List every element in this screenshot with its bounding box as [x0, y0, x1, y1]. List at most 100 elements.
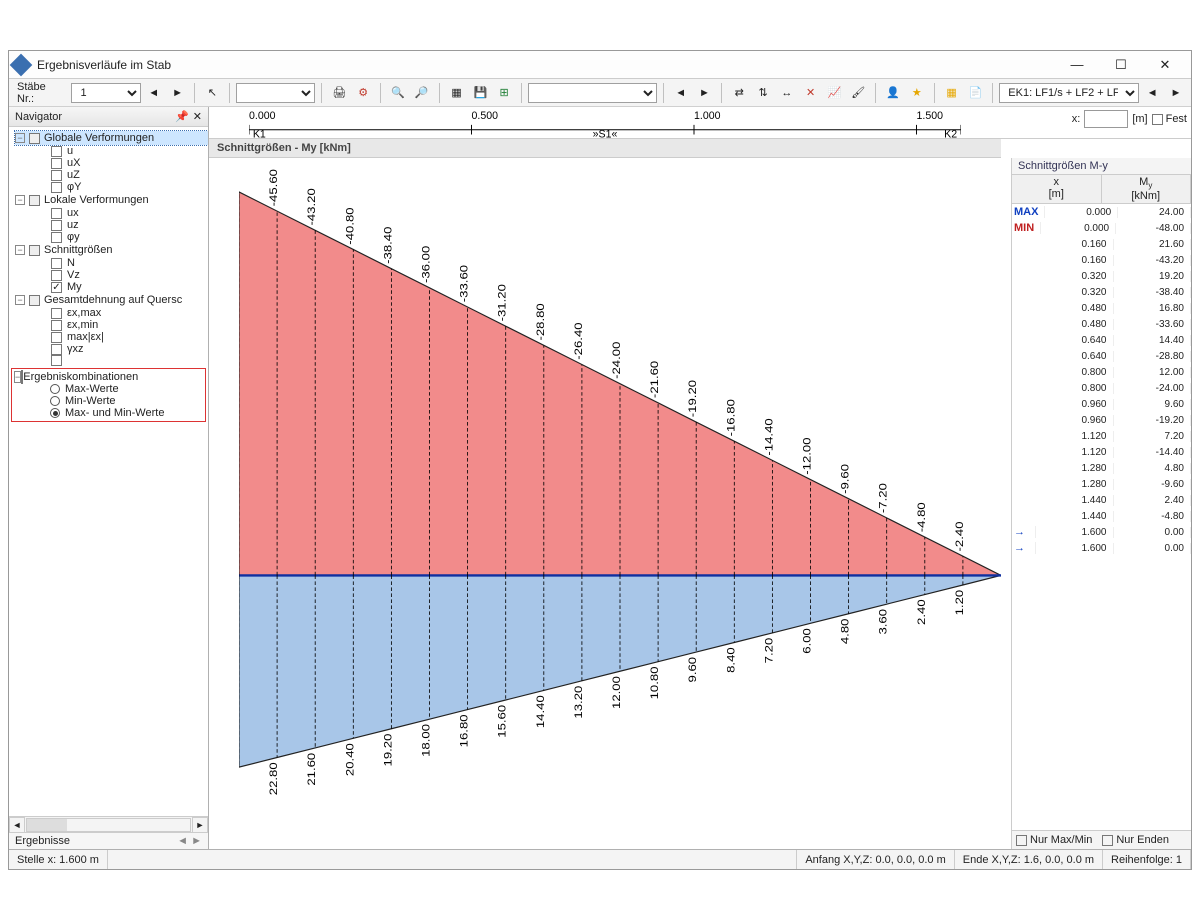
table-row[interactable]: 1.1207.20: [1012, 428, 1191, 444]
ek-option[interactable]: Max- und Min-Werte: [14, 407, 203, 419]
navigator-tree[interactable]: −Globale VerformungenuuXuZφY−Lokale Verf…: [9, 127, 208, 816]
tree-item[interactable]: [15, 355, 208, 366]
tree-item[interactable]: uz: [15, 219, 208, 231]
pin-icon[interactable]: 📌: [175, 110, 189, 123]
graph-icon[interactable]: 📈: [824, 82, 846, 104]
svg-text:13.20: 13.20: [572, 685, 585, 718]
person-icon[interactable]: 👤: [882, 82, 904, 104]
pick-icon[interactable]: ↖: [201, 82, 223, 104]
table-row[interactable]: 0.480-33.60: [1012, 316, 1191, 332]
x-input[interactable]: [1084, 110, 1128, 128]
tree-item[interactable]: ux: [15, 207, 208, 219]
zoom-in-icon[interactable]: 🔍: [387, 82, 409, 104]
tree-item[interactable]: φy: [15, 231, 208, 243]
svg-text:1.500: 1.500: [917, 110, 944, 122]
table-row[interactable]: 0.32019.20: [1012, 268, 1191, 284]
table-row[interactable]: 0.16021.60: [1012, 236, 1191, 252]
print-icon[interactable]: 🖨: [328, 82, 350, 104]
table-row[interactable]: MIN0.000-48.00: [1012, 220, 1191, 236]
only-maxmin-checkbox[interactable]: Nur Max/Min: [1016, 834, 1092, 846]
table-row[interactable]: 1.2804.80: [1012, 460, 1191, 476]
svg-text:0.000: 0.000: [249, 110, 276, 122]
nav-last-icon[interactable]: ►: [694, 82, 716, 104]
zoom-out-icon[interactable]: 🔎: [411, 82, 433, 104]
ek-option[interactable]: Min-Werte: [14, 395, 203, 407]
calc-icon[interactable]: ▦: [941, 82, 963, 104]
excel-icon[interactable]: ⊞: [493, 82, 515, 104]
maximize-button[interactable]: ☐: [1099, 53, 1143, 77]
navigator-title-bar: Navigator 📌✕: [9, 107, 208, 127]
svg-text:3.60: 3.60: [877, 609, 890, 635]
table-row[interactable]: 1.280-9.60: [1012, 476, 1191, 492]
close-button[interactable]: ✕: [1143, 53, 1187, 77]
x-ruler: 0.0000.5001.0001.5001.600 mK1»S1«K2 x: […: [209, 107, 1191, 139]
svg-text:K1: K1: [253, 128, 266, 139]
tree-group[interactable]: −Lokale Verformungen: [15, 193, 208, 207]
table-row[interactable]: →1.6000.00: [1012, 524, 1191, 540]
tree-item[interactable]: Vz: [15, 269, 208, 281]
table-row[interactable]: 0.640-28.80: [1012, 348, 1191, 364]
tree-item[interactable]: My: [15, 281, 208, 293]
tree-group[interactable]: −Schnittgrößen: [15, 243, 208, 257]
svg-text:21.60: 21.60: [305, 753, 318, 786]
ek-option[interactable]: Max-Werte: [14, 383, 203, 395]
tool1-icon[interactable]: ⇄: [728, 82, 750, 104]
tree-group-ek[interactable]: −Ergebniskombinationen: [14, 371, 203, 383]
prev-member-button[interactable]: ◄: [143, 82, 165, 104]
tree-item[interactable]: εx,min: [15, 319, 208, 331]
member-select[interactable]: 1: [71, 83, 140, 103]
filter-select[interactable]: [236, 83, 315, 103]
tree-item[interactable]: uX: [15, 157, 208, 169]
table-row[interactable]: 0.64014.40: [1012, 332, 1191, 348]
tree-item[interactable]: u: [15, 145, 208, 157]
svg-text:1.20: 1.20: [953, 590, 966, 616]
table-row[interactable]: 0.9609.60: [1012, 396, 1191, 412]
close-panel-icon[interactable]: ✕: [193, 110, 202, 123]
tool2-icon[interactable]: ⇅: [752, 82, 774, 104]
table-row[interactable]: 1.4402.40: [1012, 492, 1191, 508]
status-order: Reihenfolge: 1: [1103, 850, 1191, 869]
svg-text:1.000: 1.000: [694, 110, 721, 122]
export-icon[interactable]: 💾: [469, 82, 491, 104]
table-row[interactable]: 0.80012.00: [1012, 364, 1191, 380]
sheet-icon[interactable]: 📄: [965, 82, 987, 104]
tab-results[interactable]: Ergebnisse: [15, 835, 70, 847]
lc-next-icon[interactable]: ►: [1165, 82, 1187, 104]
table-row[interactable]: 1.440-4.80: [1012, 508, 1191, 524]
tree-item[interactable]: N: [15, 257, 208, 269]
paint-icon[interactable]: 🖌: [847, 82, 869, 104]
svg-text:12.00: 12.00: [610, 676, 623, 709]
table-row[interactable]: →1.6000.00: [1012, 540, 1191, 556]
table-row[interactable]: 0.48016.80: [1012, 300, 1191, 316]
tree-item[interactable]: uZ: [15, 169, 208, 181]
tree-group[interactable]: −Globale Verformungen: [15, 131, 208, 145]
status-end: Ende X,Y,Z: 1.6, 0.0, 0.0 m: [955, 850, 1103, 869]
next-member-button[interactable]: ►: [167, 82, 189, 104]
loadcase-select[interactable]: EK1: LF1/s + LF2 + LF3: [999, 83, 1139, 103]
tree-item[interactable]: γxz: [15, 343, 208, 355]
tree-item[interactable]: εx,max: [15, 307, 208, 319]
navigator-hscroll[interactable]: ◄►: [9, 816, 208, 832]
toggle-grid-icon[interactable]: ▦: [446, 82, 468, 104]
table-row[interactable]: 0.160-43.20: [1012, 252, 1191, 268]
tree-item[interactable]: φY: [15, 181, 208, 193]
tree-item[interactable]: max|εx|: [15, 331, 208, 343]
view-select[interactable]: [528, 83, 657, 103]
table-row[interactable]: 1.120-14.40: [1012, 444, 1191, 460]
table-row[interactable]: 0.320-38.40: [1012, 284, 1191, 300]
tree-group[interactable]: −Gesamtdehnung auf Quersc: [15, 293, 208, 307]
table-row[interactable]: MAX0.00024.00: [1012, 204, 1191, 220]
tool3-icon[interactable]: ↔: [776, 82, 798, 104]
fest-checkbox[interactable]: Fest: [1152, 113, 1187, 125]
settings-icon[interactable]: ⚙: [352, 82, 374, 104]
star-icon[interactable]: ★: [906, 82, 928, 104]
nav-first-icon[interactable]: ◄: [670, 82, 692, 104]
table-row[interactable]: 0.800-24.00: [1012, 380, 1191, 396]
only-ends-checkbox[interactable]: Nur Enden: [1102, 834, 1169, 846]
x-label: x:: [1072, 113, 1081, 125]
table-row[interactable]: 0.960-19.20: [1012, 412, 1191, 428]
svg-text:-7.20: -7.20: [877, 483, 890, 513]
tool4-icon[interactable]: ✕: [800, 82, 822, 104]
minimize-button[interactable]: —: [1055, 53, 1099, 77]
lc-prev-icon[interactable]: ◄: [1141, 82, 1163, 104]
